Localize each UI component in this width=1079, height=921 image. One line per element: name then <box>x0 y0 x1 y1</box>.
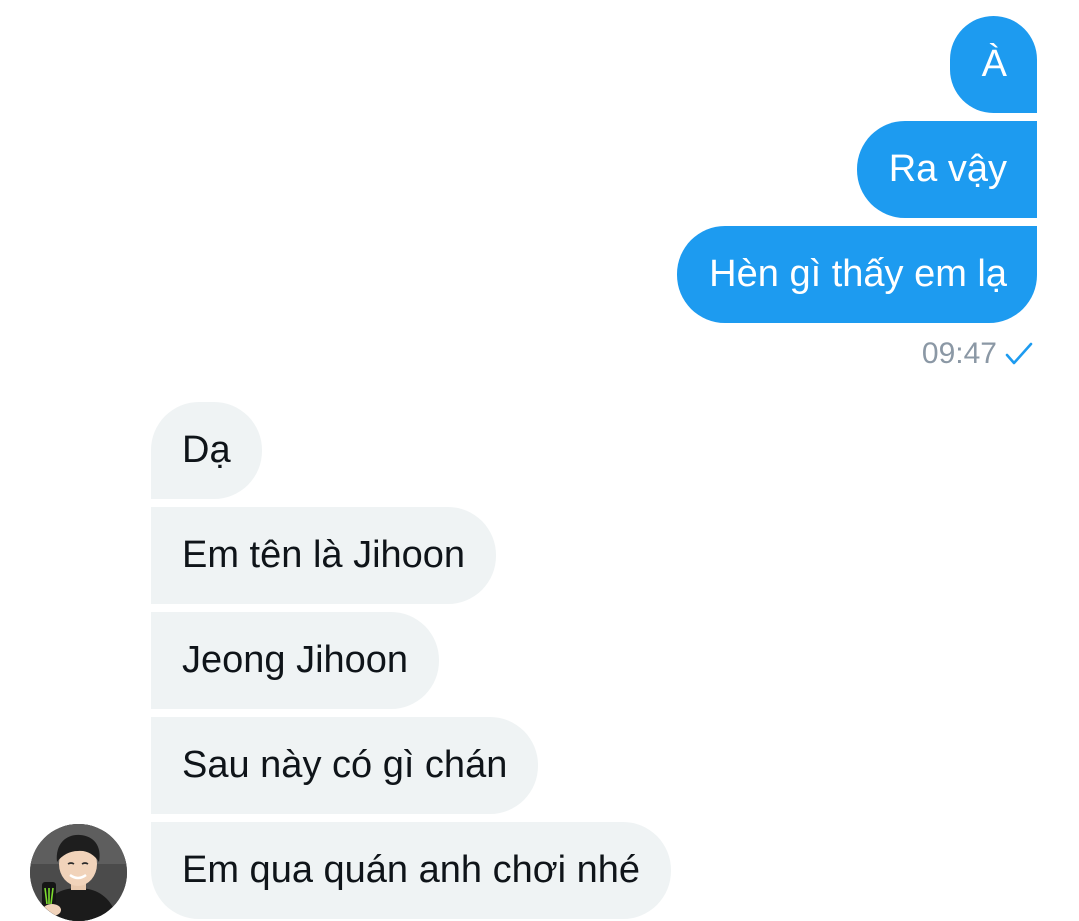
sent-message-bubble[interactable]: Ra vậy <box>856 121 1037 218</box>
message-text: Ra vậy <box>888 148 1007 190</box>
message-text: À <box>981 43 1007 85</box>
message-text: Dạ <box>182 429 231 471</box>
avatar-photo <box>30 824 127 921</box>
received-message-bubble[interactable]: Em tên là Jihoon <box>151 507 497 604</box>
conversation-view: À Ra vậy Hèn gì thấy em lạ 09:47 Dạ Em t… <box>0 0 1079 921</box>
message-timestamp: 09:47 <box>921 337 997 370</box>
message-text: Jeong Jihoon <box>182 639 409 681</box>
check-icon <box>1005 341 1033 367</box>
avatar[interactable] <box>30 824 127 921</box>
received-message-bubble[interactable]: Em qua quán anh chơi nhé <box>151 822 672 919</box>
message-text: Hèn gì thấy em lạ <box>709 253 1007 295</box>
message-text: Em qua quán anh chơi nhé <box>182 849 641 891</box>
sent-message-bubble[interactable]: À <box>949 16 1037 113</box>
received-message-bubble[interactable]: Dạ <box>151 402 262 499</box>
message-status: 09:47 <box>922 334 1033 374</box>
received-message-bubble[interactable]: Jeong Jihoon <box>151 612 440 709</box>
message-text: Em tên là Jihoon <box>182 534 466 576</box>
sent-message-bubble[interactable]: Hèn gì thấy em lạ <box>677 226 1037 323</box>
message-text: Sau này có gì chán <box>182 744 508 786</box>
received-message-bubble[interactable]: Sau này có gì chán <box>151 717 539 814</box>
